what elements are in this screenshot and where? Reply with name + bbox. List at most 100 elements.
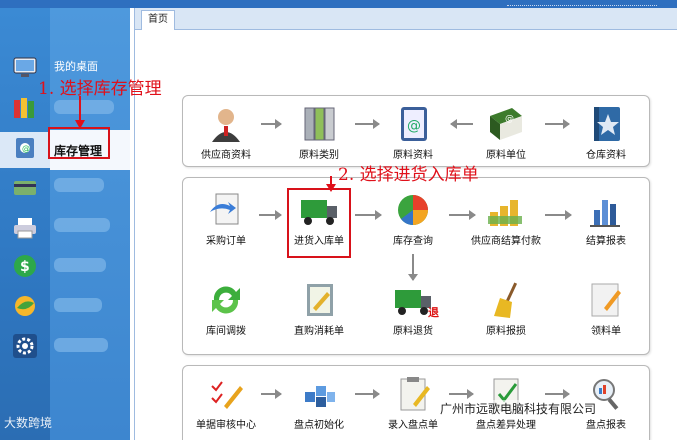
flow-arrow-down xyxy=(408,254,418,281)
item-label: 原料单位 xyxy=(486,150,526,161)
gear-icon[interactable] xyxy=(12,334,38,358)
nav-item-blurred[interactable] xyxy=(54,218,110,232)
green-recycle-icon xyxy=(212,286,240,314)
item-label: 原料报损 xyxy=(486,326,526,337)
item-label: 直购消耗单 xyxy=(294,326,344,337)
svg-text:$: $ xyxy=(20,259,30,275)
item-label: 领料单 xyxy=(591,326,621,337)
binders-icon xyxy=(304,107,335,141)
item-label: 结算报表 xyxy=(586,236,626,247)
top-bar xyxy=(0,0,677,8)
item-label: 仓库资料 xyxy=(586,150,626,161)
money-chart-icon xyxy=(488,200,522,226)
flow-arrow xyxy=(259,210,282,220)
flow-arrow xyxy=(355,119,380,129)
nav-item-blurred[interactable] xyxy=(54,338,108,352)
purchase-flow-group: 采购订单 进货入库单 库存查询 供应商结算付款 结算报表 库间调拨 直购消耗单 … xyxy=(182,177,650,355)
supplier-person-icon xyxy=(212,109,240,142)
flow-arrow xyxy=(450,119,473,129)
item-label: 录入盘点单 xyxy=(388,420,438,431)
nav-item-blurred[interactable] xyxy=(54,100,114,114)
card-icon[interactable] xyxy=(12,176,38,200)
annotation-arrowhead-step2 xyxy=(326,184,336,192)
module-icon-column: @ $ xyxy=(0,8,50,440)
item-label: 原料类别 xyxy=(299,150,339,161)
item-label: 盘点初始化 xyxy=(294,420,344,431)
settlement-report-button[interactable]: 结算报表 xyxy=(568,192,644,247)
stocktake-init-button[interactable]: 盘点初始化 xyxy=(281,376,357,431)
flow-arrow xyxy=(449,389,474,399)
warehouse-info-button[interactable]: 仓库资料 xyxy=(568,106,644,161)
flow-arrow xyxy=(355,389,380,399)
blue-blocks-icon xyxy=(305,386,335,407)
address-book-icon[interactable]: @ xyxy=(12,136,38,160)
paper-pencil-icon xyxy=(591,283,621,317)
item-label: 盘点报表 xyxy=(586,420,626,431)
watermark-right: 广州市远歌电脑科技有限公司 xyxy=(440,400,597,417)
stock-query-button[interactable]: 库存查询 xyxy=(375,192,451,247)
leaf-icon[interactable] xyxy=(12,294,38,318)
annotation-box-nav xyxy=(48,127,110,159)
top-links xyxy=(507,0,657,6)
svg-text:@: @ xyxy=(505,114,514,124)
annotation-step1: 1. 选择库存管理 xyxy=(38,79,162,99)
nav-item-blurred[interactable] xyxy=(54,258,106,272)
watermark-left: 大数跨境 xyxy=(4,416,53,430)
nav-item-blurred[interactable] xyxy=(54,298,102,312)
document-review-button[interactable]: 单据审核中心 xyxy=(188,376,264,431)
item-label: 原料退货 xyxy=(393,326,433,337)
supplier-payment-button[interactable]: 供应商结算付款 xyxy=(468,192,544,247)
dollar-icon[interactable]: $ xyxy=(12,254,38,278)
item-label: 采购订单 xyxy=(206,236,246,247)
supplier-info-button[interactable]: 供应商资料 xyxy=(188,106,264,161)
warehouse-transfer-button[interactable]: 库间调拨 xyxy=(188,282,264,337)
flow-arrow xyxy=(261,119,282,129)
check-pen-icon xyxy=(211,381,243,409)
pie-chart-icon xyxy=(398,195,428,225)
return-badge: 退 xyxy=(428,306,439,319)
item-label: 单据审核中心 xyxy=(196,420,256,431)
material-requisition-button[interactable]: 领料单 xyxy=(568,282,644,337)
material-return-button[interactable]: 退 原料退货 xyxy=(375,282,451,337)
nav-panel: 我的桌面 库存管理 xyxy=(50,8,130,440)
flow-arrow xyxy=(355,210,382,220)
nav-item-my-desktop[interactable]: 我的桌面 xyxy=(54,58,98,74)
address-book-icon: @ xyxy=(401,107,427,141)
item-label: 原料资料 xyxy=(393,150,433,161)
direct-consumption-button[interactable]: 直购消耗单 xyxy=(281,282,357,337)
flow-arrow xyxy=(545,389,570,399)
monitor-icon[interactable] xyxy=(12,56,38,80)
document-pencil-icon xyxy=(307,284,333,316)
item-label: 库间调拨 xyxy=(206,326,246,337)
printer-icon[interactable] xyxy=(12,216,38,240)
bar-chart-icon xyxy=(590,200,620,227)
document-arrow-icon xyxy=(210,193,239,225)
material-loss-button[interactable]: 原料报损 xyxy=(468,282,544,337)
nav-item-blurred[interactable] xyxy=(54,178,104,192)
flow-arrow xyxy=(545,119,570,129)
tab-home[interactable]: 首页 xyxy=(141,10,175,30)
return-truck-icon xyxy=(395,290,431,315)
broom-icon xyxy=(494,282,518,318)
material-unit-button[interactable]: @ 原料单位 xyxy=(468,106,544,161)
item-label: 库存查询 xyxy=(393,236,433,247)
clipboard-pencil-icon xyxy=(400,377,430,411)
blue-star-book-icon xyxy=(594,107,620,141)
green-book-icon: @ xyxy=(490,108,522,140)
svg-text:@: @ xyxy=(22,144,30,153)
item-label: 供应商资料 xyxy=(201,150,251,161)
item-label: 盘点差异处理 xyxy=(476,420,536,431)
basic-data-group: 供应商资料 原料类别 @ 原料资料 @ 原料单位 仓库资料 xyxy=(182,95,650,167)
tab-strip: 首页 xyxy=(135,8,677,30)
material-category-button[interactable]: 原料类别 xyxy=(281,106,357,161)
item-label: 供应商结算付款 xyxy=(471,236,541,247)
purchase-order-button[interactable]: 采购订单 xyxy=(188,192,264,247)
annotation-box-goods-receipt xyxy=(287,188,351,258)
flow-arrow xyxy=(449,210,476,220)
material-info-button[interactable]: @ 原料资料 xyxy=(375,106,451,161)
annotation-arrowhead-step1 xyxy=(75,120,85,129)
svg-text:@: @ xyxy=(407,118,421,134)
annotation-step2: 2. 选择进货入库单 xyxy=(338,165,479,185)
flow-arrow xyxy=(261,389,282,399)
books-icon[interactable] xyxy=(12,96,38,120)
